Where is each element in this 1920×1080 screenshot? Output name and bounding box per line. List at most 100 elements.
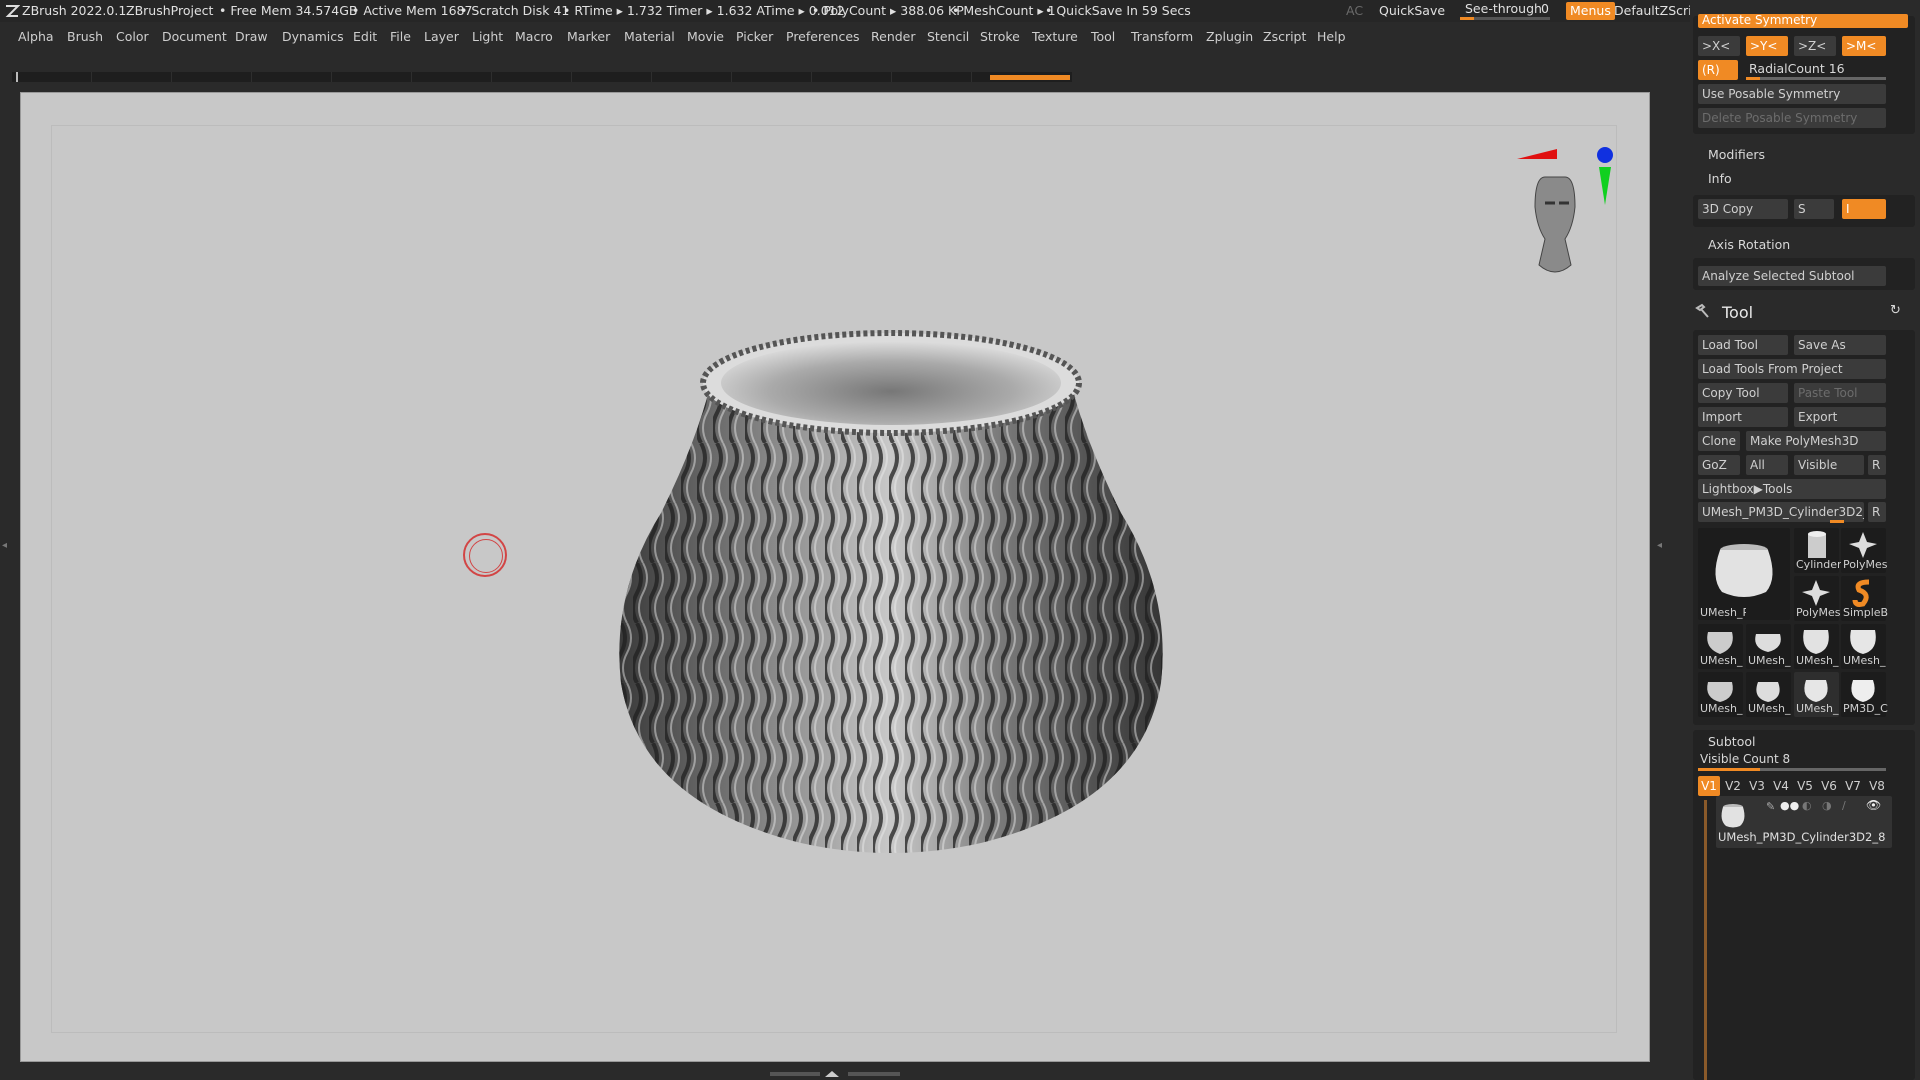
lightbox-tools-button[interactable]: Lightbox▶Tools	[1698, 479, 1886, 499]
menu-movie[interactable]: Movie	[687, 24, 724, 50]
import-button[interactable]: Import	[1698, 407, 1788, 427]
menu-light[interactable]: Light	[472, 24, 503, 50]
visible-count-slider[interactable]	[1698, 768, 1886, 771]
left-tray-toggle-icon[interactable]: ◂	[2, 540, 12, 570]
menu-help[interactable]: Help	[1317, 24, 1346, 50]
menu-texture[interactable]: Texture	[1032, 24, 1078, 50]
menu-macro[interactable]: Macro	[515, 24, 553, 50]
menu-edit[interactable]: Edit	[353, 24, 377, 50]
info-header[interactable]: Info	[1708, 171, 1732, 186]
load-tool-button[interactable]: Load Tool	[1698, 335, 1788, 355]
menus-toggle-button[interactable]: Menus	[1566, 2, 1615, 20]
radial-count-slider[interactable]	[1746, 77, 1886, 80]
menu-stroke[interactable]: Stroke	[980, 24, 1020, 50]
menu-bar: Alpha Brush Color Document Draw Dynamics…	[0, 24, 1690, 50]
delete-posable-symmetry-button[interactable]: Delete Posable Symmetry	[1698, 108, 1886, 128]
goz-all-button[interactable]: All	[1746, 455, 1788, 475]
menu-transform[interactable]: Transform	[1131, 24, 1193, 50]
visibility-set-v1[interactable]: V1	[1698, 776, 1720, 796]
right-tray-toggle-icon[interactable]: ◂	[1657, 540, 1667, 570]
scratch-disk: • Scratch Disk 41	[460, 3, 570, 18]
polymesh-star-icon	[1849, 532, 1877, 558]
goz-button[interactable]: GoZ	[1698, 455, 1740, 475]
menu-file[interactable]: File	[390, 24, 411, 50]
simplebrush-icon	[1852, 579, 1870, 607]
menu-color[interactable]: Color	[116, 24, 149, 50]
activate-symmetry-button[interactable]: Activate Symmetry	[1698, 14, 1908, 28]
axis-rotation-header[interactable]: Axis Rotation	[1708, 237, 1790, 252]
copy-i-button[interactable]: I	[1842, 199, 1886, 219]
make-polymesh3d-button[interactable]: Make PolyMesh3D	[1746, 431, 1886, 451]
refresh-icon[interactable]: ↻	[1890, 303, 1901, 318]
menu-dynamics[interactable]: Dynamics	[282, 24, 344, 50]
current-tool-selector[interactable]: UMesh_PM3D_Cylinder3D2_8	[1698, 502, 1864, 522]
subtool-dynamesh-icon[interactable]: ●●	[1780, 799, 1799, 812]
symmetry-x-button[interactable]: >X<	[1698, 36, 1740, 56]
vase-thumbnail-icon	[1715, 544, 1773, 597]
active-mem: • Active Mem 1687	[352, 3, 473, 18]
subtool-lock-icon[interactable]: ∕	[1842, 799, 1846, 812]
menu-preferences[interactable]: Preferences	[786, 24, 860, 50]
copy-s-button[interactable]: S	[1794, 199, 1834, 219]
umesh-vase-icon	[1850, 630, 1876, 654]
ac-indicator: AC	[1346, 3, 1364, 18]
visibility-set-v5[interactable]: V5	[1794, 776, 1816, 796]
save-as-button[interactable]: Save As	[1794, 335, 1886, 355]
symmetry-m-button[interactable]: >M<	[1842, 36, 1886, 56]
visibility-set-v7[interactable]: V7	[1842, 776, 1864, 796]
subtool-mrgb-icon[interactable]: ◑	[1822, 799, 1832, 812]
timeline-active-segment[interactable]	[990, 75, 1070, 80]
export-button[interactable]: Export	[1794, 407, 1886, 427]
load-tools-from-project-button[interactable]: Load Tools From Project	[1698, 359, 1886, 379]
menu-draw[interactable]: Draw	[235, 24, 268, 50]
navigation-head-gizmo[interactable]	[1515, 147, 1615, 287]
umesh-vase-icon	[1851, 680, 1875, 702]
visibility-set-v6[interactable]: V6	[1818, 776, 1840, 796]
symmetry-z-button[interactable]: >Z<	[1794, 36, 1836, 56]
menu-document[interactable]: Document	[162, 24, 227, 50]
menu-tool[interactable]: Tool	[1091, 24, 1115, 50]
tool-palette-title[interactable]: Tool	[1722, 303, 1753, 322]
analyze-selected-subtool-button[interactable]: Analyze Selected Subtool	[1698, 266, 1886, 286]
copy-tool-button[interactable]: Copy Tool	[1698, 383, 1788, 403]
symmetry-y-button[interactable]: >Y<	[1746, 36, 1788, 56]
timeline-shelf[interactable]	[12, 72, 1072, 82]
menu-brush[interactable]: Brush	[67, 24, 103, 50]
bottom-tray-handle[interactable]	[770, 1070, 900, 1078]
menu-picker[interactable]: Picker	[736, 24, 773, 50]
visibility-set-v8[interactable]: V8	[1866, 776, 1888, 796]
menu-material[interactable]: Material	[624, 24, 675, 50]
modifiers-header[interactable]: Modifiers	[1708, 147, 1765, 162]
visibility-set-v2[interactable]: V2	[1722, 776, 1744, 796]
subtool-header[interactable]: Subtool	[1708, 734, 1755, 749]
radial-symmetry-button[interactable]: (R)	[1698, 60, 1738, 80]
brush-cursor	[463, 533, 507, 577]
visibility-set-v4[interactable]: V4	[1770, 776, 1792, 796]
subtool-polypaint-icon[interactable]: ◐	[1802, 799, 1812, 812]
menu-marker[interactable]: Marker	[567, 24, 610, 50]
paste-tool-button[interactable]: Paste Tool	[1794, 383, 1886, 403]
subtool-row[interactable]: ✎ ●● ◐ ◑ ∕ 👁 UMesh_PM3D_Cylinder3D2_8	[1716, 796, 1892, 848]
see-through-slider[interactable]	[1460, 17, 1550, 20]
subtool-eye-icon[interactable]: 👁	[1866, 798, 1881, 812]
visibility-set-v3[interactable]: V3	[1746, 776, 1768, 796]
menu-stencil[interactable]: Stencil	[927, 24, 969, 50]
timeline-marker	[16, 72, 18, 82]
use-posable-symmetry-button[interactable]: Use Posable Symmetry	[1698, 84, 1886, 104]
render-time: • RTime ▸ 1.732 Timer ▸ 1.632 ATime ▸ 0.…	[563, 3, 845, 18]
goz-visible-button[interactable]: Visible	[1794, 455, 1864, 475]
canvas-viewport[interactable]	[20, 92, 1650, 1062]
menu-zscript[interactable]: Zscript	[1263, 24, 1306, 50]
current-tool-r-button[interactable]: R	[1868, 502, 1886, 522]
menu-layer[interactable]: Layer	[424, 24, 459, 50]
tool-thumb-umesh-1-label: UMesh_	[1700, 654, 1743, 667]
poly-count: • PolyCount ▸ 388.06 KP	[812, 3, 964, 18]
goz-r-button[interactable]: R	[1868, 455, 1886, 475]
subtool-brush-icon[interactable]: ✎	[1766, 800, 1775, 813]
menu-zplugin[interactable]: Zplugin	[1206, 24, 1253, 50]
3d-copy-button[interactable]: 3D Copy	[1698, 199, 1788, 219]
menu-alpha[interactable]: Alpha	[18, 24, 54, 50]
menu-render[interactable]: Render	[871, 24, 916, 50]
clone-button[interactable]: Clone	[1698, 431, 1740, 451]
quicksave-button[interactable]: QuickSave	[1379, 0, 1445, 22]
